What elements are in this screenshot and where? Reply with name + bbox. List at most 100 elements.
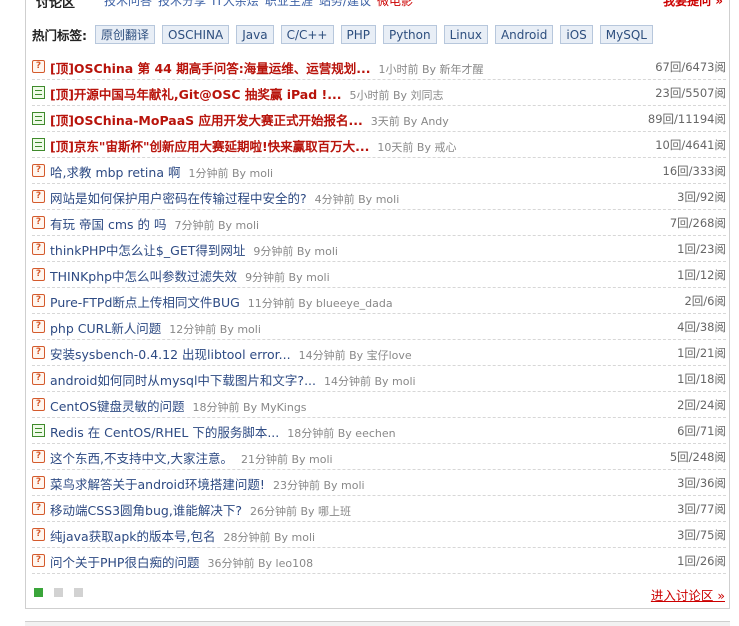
post-title-link[interactable]: CentOS键盘灵敏的问题 — [50, 399, 185, 414]
post-title-link[interactable]: 有玩 帝国 cms 的 吗 — [50, 217, 166, 232]
post-meta: 1分钟前 By moli — [188, 167, 274, 180]
post-title-link[interactable]: 网站是如何保护用户密码在传输过程中安全的? — [50, 191, 307, 206]
tag-button[interactable]: Linux — [443, 24, 488, 44]
question-icon: ? — [32, 190, 45, 203]
document-icon — [32, 86, 45, 99]
post-count: 1回/23阅 — [677, 242, 726, 256]
post-meta: 10天前 By 戒心 — [377, 141, 457, 154]
post-meta: 21分钟前 By moli — [240, 453, 333, 466]
post-meta: 14分钟前 By moli — [324, 375, 416, 388]
nav-link[interactable]: 技术分享 — [158, 0, 206, 8]
tag-button[interactable]: Python — [383, 24, 437, 44]
post-title-link[interactable]: Pure-FTPd断点上传相同文件BUG — [50, 295, 240, 310]
post-row: ? thinkPHP中怎么让$_GET得到网址 9分钟前 By moli 1回/23阅 — [32, 236, 726, 262]
post-meta: 5小时前 By 刘同志 — [349, 89, 444, 102]
post-count: 16回/333阅 — [662, 164, 726, 178]
post-count: 1回/18阅 — [677, 372, 726, 386]
post-count: 89回/11194阅 — [647, 112, 726, 126]
post-title-link[interactable]: Redis 在 CentOS/RHEL 下的服务脚本... — [50, 425, 279, 440]
post-count: 10回/4641阅 — [655, 138, 726, 152]
tag-button[interactable]: Java — [236, 24, 274, 44]
post-title-link[interactable]: [顶]OSChina 第 44 期高手问答:海量运维、运营规划... — [50, 61, 370, 76]
question-icon: ? — [32, 398, 45, 411]
post-count: 1回/21阅 — [677, 346, 726, 360]
question-icon: ? — [32, 346, 45, 359]
post-title-link[interactable]: 纯java获取apk的版本号,包名 — [50, 529, 216, 544]
post-row: [顶]京东"宙斯杯"创新应用大赛延期啦!快来赢取百万大... 10天前 By 戒心… — [32, 132, 726, 158]
nav-link[interactable]: 职业生涯 — [265, 0, 313, 8]
tag-button[interactable]: 原创翻译 — [95, 24, 156, 44]
post-title-link[interactable]: thinkPHP中怎么让$_GET得到网址 — [50, 243, 245, 258]
post-count: 3回/77阅 — [677, 502, 726, 516]
post-row: ? CentOS键盘灵敏的问题 18分钟前 By MyKings 2回/24阅 — [32, 392, 726, 418]
post-count: 2回/6阅 — [684, 294, 726, 308]
question-icon: ? — [32, 216, 45, 229]
post-count: 3回/75阅 — [677, 528, 726, 542]
post-list: ? [顶]OSChina 第 44 期高手问答:海量运维、运营规划... 1小时前 … — [32, 54, 726, 574]
tag-list: 原创翻译 OSCHINA Java C/C++ PHP Python Linux Androi… — [95, 24, 660, 44]
tag-button[interactable]: Android — [494, 24, 554, 44]
post-row: ? THINKphp中怎么叫参数过滤失效 9分钟前 By moli 1回/12阅 — [32, 262, 726, 288]
hot-tags: 热门标签: 原创翻译 OSCHINA Java C/C++ PHP Python Linux… — [32, 23, 660, 45]
post-count: 1回/12阅 — [677, 268, 726, 282]
panel-bottom-divider — [25, 621, 730, 626]
post-row: ? 哈,求教 mbp retina 啊 1分钟前 By moli 16回/333阅 — [32, 158, 726, 184]
post-title-link[interactable]: 问个关于PHP很白痴的问题 — [50, 555, 199, 570]
question-icon: ? — [32, 164, 45, 177]
post-meta: 36分钟前 By leo108 — [207, 557, 314, 570]
nav-link[interactable]: IT大杂烩 — [212, 0, 259, 8]
section-nav: 技术问答 技术分享 IT大杂烩 职业生涯 站务/建议 微电影 — [104, 0, 419, 8]
post-row: ? Pure-FTPd断点上传相同文件BUG 11分钟前 By blueeye_da… — [32, 288, 726, 314]
post-count: 1回/26阅 — [677, 554, 726, 568]
post-row: ? 移动端CSS3圆角bug,谁能解决下? 26分钟前 By 哪上班 3回/77阅 — [32, 496, 726, 522]
tag-button[interactable]: iOS — [560, 24, 593, 44]
post-title-link[interactable]: android如何同时从mysql中下载图片和文字?... — [50, 373, 316, 388]
nav-link[interactable]: 技术问答 — [104, 0, 152, 8]
post-count: 7回/268阅 — [669, 216, 726, 230]
post-count: 3回/36阅 — [677, 476, 726, 490]
question-icon: ? — [32, 554, 45, 567]
post-title-link[interactable]: THINKphp中怎么叫参数过滤失效 — [50, 269, 237, 284]
enter-discussion-link[interactable]: 进入讨论区 » — [651, 585, 725, 604]
pager-dot[interactable] — [34, 588, 43, 597]
ask-question-link[interactable]: 我要提问 » — [663, 0, 723, 8]
post-title-link[interactable]: 这个东西,不支持中文,大家注意。 — [50, 451, 233, 466]
post-row: ? 纯java获取apk的版本号,包名 28分钟前 By moli 3回/75阅 — [32, 522, 726, 548]
question-icon: ? — [32, 450, 45, 463]
post-meta: 28分钟前 By moli — [223, 531, 316, 544]
question-icon: ? — [32, 268, 45, 281]
section-header: 讨论区 技术问答 技术分享 IT大杂烩 职业生涯 站务/建议 微电影 我要提问 » — [26, 0, 729, 8]
pager-dot[interactable] — [54, 588, 63, 597]
tag-button[interactable]: MySQL — [599, 24, 653, 44]
post-title-link[interactable]: [顶]京东"宙斯杯"创新应用大赛延期啦!快来赢取百万大... — [50, 139, 369, 154]
post-row: ? 有玩 帝国 cms 的 吗 7分钟前 By moli 7回/268阅 — [32, 210, 726, 236]
post-title-link[interactable]: [顶]开源中国马年献礼,Git@OSC 抽奖赢 iPad !... — [50, 87, 342, 102]
pager-dot[interactable] — [74, 588, 83, 597]
post-meta: 9分钟前 By moli — [253, 245, 338, 258]
post-title-link[interactable]: 移动端CSS3圆角bug,谁能解决下? — [50, 503, 242, 518]
post-meta: 12分钟前 By moli — [169, 323, 261, 336]
document-icon — [32, 138, 45, 151]
post-meta: 11分钟前 By blueeye_dada — [247, 297, 393, 310]
tag-button[interactable]: C/C++ — [280, 24, 334, 44]
post-count: 6回/71阅 — [677, 424, 726, 438]
discussion-panel: 讨论区 技术问答 技术分享 IT大杂烩 职业生涯 站务/建议 微电影 我要提问 » 热门标… — [25, 0, 730, 609]
post-title-link[interactable]: 安装sysbench-0.4.12 出现libtool error... — [50, 347, 291, 362]
nav-link[interactable]: 站务/建议 — [319, 0, 371, 8]
post-title-link[interactable]: [顶]OSChina-MoPaaS 应用开发大赛正式开始报名... — [50, 113, 363, 128]
post-meta: 18分钟前 By MyKings — [192, 401, 307, 414]
post-row: [顶]开源中国马年献礼,Git@OSC 抽奖赢 iPad !... 5小时前 By… — [32, 80, 726, 106]
post-count: 67回/6473阅 — [655, 60, 726, 74]
pager-dots — [34, 588, 94, 597]
post-meta: 18分钟前 By eechen — [287, 427, 396, 440]
tag-button[interactable]: PHP — [340, 24, 376, 44]
post-title-link[interactable]: 哈,求教 mbp retina 啊 — [50, 165, 180, 180]
post-title-link[interactable]: 菜鸟求解答关于android环境搭建问题! — [50, 477, 265, 492]
post-row: ? 网站是如何保护用户密码在传输过程中安全的? 4分钟前 By moli 3回/92阅 — [32, 184, 726, 210]
question-icon: ? — [32, 528, 45, 541]
tag-button[interactable]: OSCHINA — [162, 24, 230, 44]
post-row: ? android如何同时从mysql中下载图片和文字?... 14分钟前 By m… — [32, 366, 726, 392]
post-title-link[interactable]: php CURL新人问题 — [50, 321, 161, 336]
post-count: 2回/24阅 — [677, 398, 726, 412]
nav-link[interactable]: 微电影 — [377, 0, 413, 8]
